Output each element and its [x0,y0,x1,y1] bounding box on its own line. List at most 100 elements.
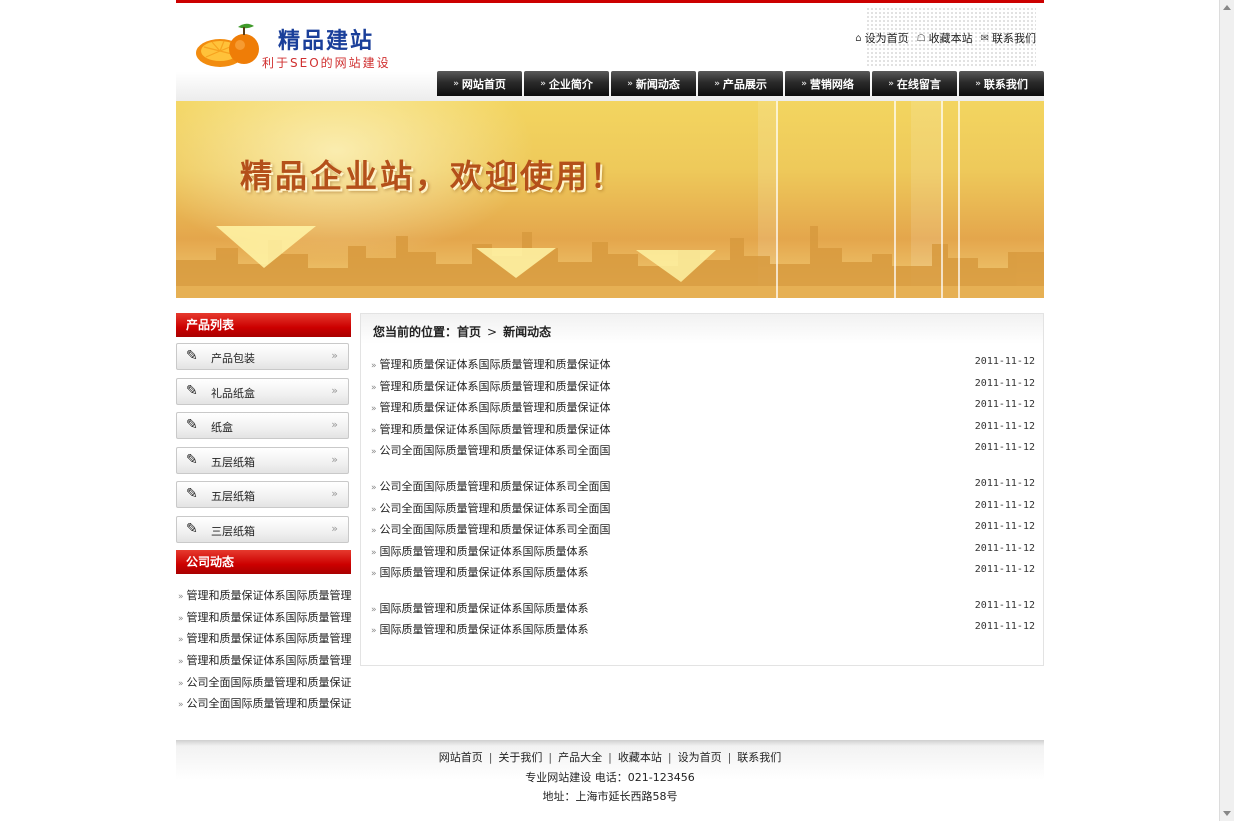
nav-label: 营销网络 [809,77,854,91]
news-date: 2011-11-12 [974,521,1035,532]
nav-guestbook[interactable]: » 在线留言 [872,71,957,96]
sidebar-news-title: 公司全面国际质量管理和质量保证 [186,697,352,710]
news-date: 2011-11-12 [974,478,1035,489]
double-chevron-icon: » [331,487,338,500]
nav-label: 在线留言 [896,77,941,91]
footer-link-about[interactable]: 关于我们 [498,751,542,764]
sidebar-news-item[interactable]: » 管理和质量保证体系国际质量管理 [178,587,352,603]
double-chevron-icon: » [178,700,184,710]
news-row[interactable]: » 管理和质量保证体系国际质量管理和质量保证体 2011-11-12 [371,378,1035,394]
news-title: 国际质量管理和质量保证体系国际质量体系 [379,566,589,579]
footer-links: 网站首页 | 关于我们 | 产品大全 | 收藏本站 | 设为首页 | 联系我们 [176,749,1044,765]
news-date: 2011-11-12 [974,378,1035,389]
bookmark-link[interactable]: ☖ 收藏本站 [917,30,973,46]
sidebar-news-item[interactable]: » 管理和质量保证体系国际质量管理 [178,609,352,625]
nav-news[interactable]: » 新闻动态 [611,71,696,96]
footer-link-home[interactable]: 网站首页 [439,751,483,764]
footer-link-bookmark[interactable]: 收藏本站 [618,751,662,764]
footer-link-set-home[interactable]: 设为首页 [678,751,722,764]
pencil-icon: ✎ [186,383,198,399]
breadcrumb-prefix[interactable]: 您当前的位置：首页 [373,325,481,339]
chevron-right-icon: » [453,78,459,89]
contact-link[interactable]: ✉ 联系我们 [981,30,1036,46]
double-chevron-icon: » [331,384,338,397]
news-row[interactable]: » 国际质量管理和质量保证体系国际质量体系 2011-11-12 [371,564,1035,580]
news-row[interactable]: » 国际质量管理和质量保证体系国际质量体系 2011-11-12 [371,621,1035,637]
nav-label: 企业简介 [548,77,593,91]
news-date: 2011-11-12 [974,421,1035,432]
pencil-icon: ✎ [186,452,198,468]
footer-link-separator: | [488,751,493,764]
scroll-down-arrow-icon[interactable] [1223,811,1231,816]
news-title: 公司全面国际质量管理和质量保证体系司全面国 [379,444,611,457]
nav-network[interactable]: » 营销网络 [785,71,870,96]
banner-divider [958,101,960,298]
sidebar-news-item[interactable]: » 管理和质量保证体系国际质量管理 [178,630,352,646]
contact-icon: ✉ [980,32,989,44]
news-title: 管理和质量保证体系国际质量管理和质量保证体 [379,380,611,393]
sidebar-news-item[interactable]: » 公司全面国际质量管理和质量保证 [178,674,352,690]
news-row[interactable]: » 国际质量管理和质量保证体系国际质量体系 2011-11-12 [371,600,1035,616]
banner-title: 精品企业站，欢迎使用！ [240,157,626,195]
sidebar-news-title: 管理和质量保证体系国际质量管理 [186,654,352,667]
product-item[interactable]: ✎ 五层纸箱 » [176,481,349,508]
sidebar-news-title: 公司全面国际质量管理和质量保证 [186,676,352,689]
hero-banner: 精品企业站，欢迎使用！ [176,101,1044,298]
scroll-up-arrow-icon[interactable] [1223,5,1231,10]
sidebar-news-title: 管理和质量保证体系国际质量管理 [186,611,352,624]
logo-title[interactable]: 精品建站 [278,23,374,55]
news-row[interactable]: » 公司全面国际质量管理和质量保证体系司全面国 2011-11-12 [371,478,1035,494]
logo-subtitle: 利于SEO的网站建设 [262,56,391,70]
news-date: 2011-11-12 [974,356,1035,367]
nav-home[interactable]: » 网站首页 [437,71,522,96]
double-chevron-icon: » [331,418,338,431]
nav-contact[interactable]: » 联系我们 [959,71,1044,96]
double-chevron-icon: » [371,404,377,414]
vertical-scrollbar[interactable] [1219,0,1234,821]
footer-link-contact[interactable]: 联系我们 [737,751,781,764]
product-item[interactable]: ✎ 产品包装 » [176,343,349,370]
pencil-icon: ✎ [186,348,198,364]
breadcrumb-current: 新闻动态 [503,325,552,339]
product-label: 纸盒 [211,421,233,434]
nav-products[interactable]: » 产品展示 [698,71,783,96]
nav-label: 联系我们 [983,77,1028,91]
double-chevron-icon: » [331,453,338,466]
chevron-right-icon: » [888,78,894,89]
double-chevron-icon: » [178,679,184,689]
double-chevron-icon: » [178,657,184,667]
pencil-icon: ✎ [186,486,198,502]
news-row[interactable]: » 管理和质量保证体系国际质量管理和质量保证体 2011-11-12 [371,421,1035,437]
product-item[interactable]: ✎ 三层纸箱 » [176,516,349,543]
nav-about[interactable]: » 企业简介 [524,71,609,96]
contact-label: 联系我们 [992,32,1036,45]
sidebar-news-item[interactable]: » 公司全面国际质量管理和质量保证 [178,695,352,711]
product-item[interactable]: ✎ 纸盒 » [176,412,349,439]
news-row[interactable]: » 公司全面国际质量管理和质量保证体系司全面国 2011-11-12 [371,521,1035,537]
double-chevron-icon: » [371,383,377,393]
product-item[interactable]: ✎ 礼品纸盒 » [176,378,349,405]
sidebar-news-title: 管理和质量保证体系国际质量管理 [186,589,352,602]
orange-logo-icon [196,23,259,67]
sidebar-news-item[interactable]: » 管理和质量保证体系国际质量管理 [178,652,352,668]
double-chevron-icon: » [178,614,184,624]
chevron-right-icon: » [714,78,720,89]
news-row[interactable]: » 国际质量管理和质量保证体系国际质量体系 2011-11-12 [371,543,1035,559]
nav-label: 产品展示 [722,77,767,91]
site-footer: 网站首页 | 关于我们 | 产品大全 | 收藏本站 | 设为首页 | 联系我们 专业网站建设 电话：… [176,740,1044,810]
footer-contact: 专业网站建设 电话：021-123456 [525,771,695,784]
breadcrumb: 您当前的位置：首页 > 新闻动态 [373,323,551,340]
footer-link-products[interactable]: 产品大全 [558,751,602,764]
news-title: 公司全面国际质量管理和质量保证体系司全面国 [379,523,611,536]
news-row[interactable]: » 管理和质量保证体系国际质量管理和质量保证体 2011-11-12 [371,399,1035,415]
footer-link-separator: | [548,751,553,764]
double-chevron-icon: » [371,605,377,615]
set-homepage-link[interactable]: ⌂ 设为首页 [855,30,908,46]
breadcrumb-separator: > [487,325,498,339]
news-title: 国际质量管理和质量保证体系国际质量体系 [379,545,589,558]
news-row[interactable]: » 公司全面国际质量管理和质量保证体系司全面国 2011-11-12 [371,500,1035,516]
news-row[interactable]: » 管理和质量保证体系国际质量管理和质量保证体 2011-11-12 [371,356,1035,372]
footer-link-separator: | [667,751,672,764]
news-row[interactable]: » 公司全面国际质量管理和质量保证体系司全面国 2011-11-12 [371,442,1035,458]
product-item[interactable]: ✎ 五层纸箱 » [176,447,349,474]
